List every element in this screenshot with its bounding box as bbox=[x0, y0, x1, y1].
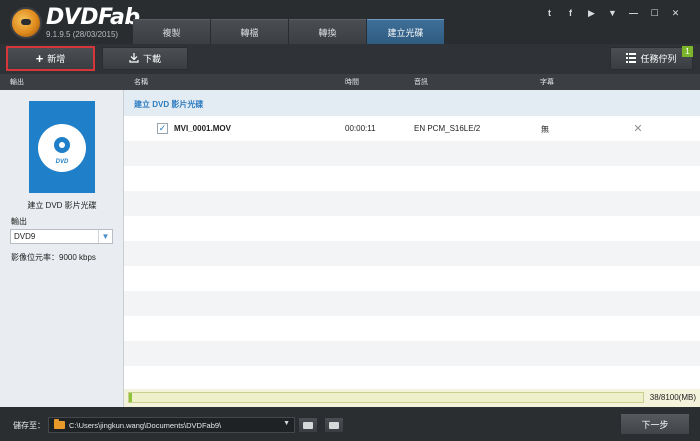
table-row bbox=[124, 141, 700, 166]
tab-copy[interactable]: 複製 bbox=[133, 19, 210, 44]
app-version: 9.1.9.5 (28/03/2015) bbox=[46, 30, 119, 39]
footer-bar: 儲存至： C:\Users\jingkun.wang\Documents\DVD… bbox=[0, 407, 700, 441]
save-to-label: 儲存至： bbox=[13, 421, 45, 430]
item-checkbox[interactable]: ✓ bbox=[157, 123, 168, 134]
video-bitrate: 影像位元率：9000 kbps bbox=[11, 253, 96, 262]
output-select-value: DVD9 bbox=[14, 232, 36, 241]
size-progress-bar bbox=[128, 392, 644, 403]
column-subtitle[interactable]: 字幕 bbox=[540, 77, 554, 87]
column-time[interactable]: 時間 bbox=[345, 77, 359, 87]
output-label: 輸出 bbox=[11, 217, 27, 226]
main-tabs: 複製 轉檔 轉換 建立光碟 bbox=[133, 19, 445, 44]
plus-icon: + bbox=[35, 51, 44, 66]
table-row bbox=[124, 241, 700, 266]
profile-title: 建立 DVD 影片光碟 bbox=[27, 201, 97, 210]
output-panel: DVD 建立 DVD 影片光碟 輸出 DVD9 ▼ 影像位元率：9000 kbp… bbox=[0, 90, 124, 407]
disc-folder-icon bbox=[329, 421, 339, 429]
close-icon[interactable]: ✕ bbox=[665, 7, 686, 19]
tab-converter[interactable]: 轉換 bbox=[289, 19, 366, 44]
window-controls: t f ▶ ▼ — ☐ ✕ bbox=[539, 7, 686, 19]
tab-ripper[interactable]: 轉檔 bbox=[211, 19, 288, 44]
chevron-down-icon[interactable]: ▼ bbox=[283, 420, 290, 427]
title-bar: DVDFab 9.1.9.5 (28/03/2015) 複製 轉檔 轉換 建立光… bbox=[0, 0, 700, 44]
dvd-profile-card[interactable]: DVD bbox=[29, 101, 95, 193]
twitter-icon[interactable]: t bbox=[539, 7, 560, 19]
download-button-label: 下載 bbox=[142, 54, 161, 64]
chevron-down-icon[interactable]: ▼ bbox=[98, 230, 112, 243]
table-row bbox=[124, 266, 700, 291]
table-row bbox=[124, 316, 700, 341]
output-select[interactable]: DVD9 ▼ bbox=[10, 229, 113, 244]
size-progress-text: 38/8100(MB) bbox=[649, 393, 696, 402]
list-item[interactable]: ✓ MVI_0001.MOV 00:00:11 EN PCM_S16LE/2 無… bbox=[124, 116, 700, 141]
add-button[interactable]: + 新增 bbox=[6, 46, 95, 71]
output-path-text: C:\Users\jingkun.wang\Documents\DVDFab9\ bbox=[69, 421, 222, 430]
table-row bbox=[124, 191, 700, 216]
dvdfab-logo-icon bbox=[10, 7, 42, 39]
item-audio[interactable]: EN PCM_S16LE/2 bbox=[414, 124, 480, 133]
list-icon bbox=[626, 52, 637, 65]
youtube-icon[interactable]: ▶ bbox=[581, 7, 602, 19]
toolbar: + 新增 下載 任務佇列 1 bbox=[0, 44, 700, 74]
item-subtitle[interactable]: 無 bbox=[541, 124, 549, 135]
open-folder-icon bbox=[303, 421, 313, 429]
tab-creator[interactable]: 建立光碟 bbox=[367, 19, 444, 44]
iso-folder-button[interactable] bbox=[324, 417, 344, 433]
table-row bbox=[124, 216, 700, 241]
folder-icon bbox=[54, 419, 65, 429]
table-row bbox=[124, 291, 700, 316]
table-row bbox=[124, 166, 700, 191]
menu-arrow-icon[interactable]: ▼ bbox=[602, 7, 623, 19]
column-header-bar: 輸出 名稱 時間 音訊 字幕 bbox=[0, 74, 700, 90]
next-button[interactable]: 下一步 bbox=[620, 413, 690, 435]
group-header[interactable]: 建立 DVD 影片光碟 bbox=[124, 90, 700, 116]
browse-folder-button[interactable] bbox=[298, 417, 318, 433]
download-icon bbox=[129, 52, 139, 65]
item-name: MVI_0001.MOV bbox=[174, 124, 231, 133]
remove-item-icon[interactable]: ✕ bbox=[632, 122, 644, 135]
dvd-disc-icon: DVD bbox=[38, 124, 86, 172]
size-progress-fill bbox=[129, 393, 132, 402]
dvd-disc-label: DVD bbox=[55, 159, 69, 165]
minimize-icon[interactable]: — bbox=[623, 7, 644, 19]
table-row bbox=[124, 366, 700, 391]
list-rows bbox=[124, 116, 700, 391]
facebook-icon[interactable]: f bbox=[560, 7, 581, 19]
source-list: 建立 DVD 影片光碟 ✓ MVI_0001.MOV 00:00:11 EN P… bbox=[124, 90, 700, 407]
task-queue-button[interactable]: 任務佇列 1 bbox=[610, 46, 693, 70]
column-name[interactable]: 名稱 bbox=[134, 77, 148, 87]
queue-count-badge: 1 bbox=[682, 46, 693, 57]
column-audio[interactable]: 音訊 bbox=[414, 77, 428, 87]
column-output: 輸出 bbox=[10, 79, 24, 86]
output-path-field[interactable]: C:\Users\jingkun.wang\Documents\DVDFab9\… bbox=[48, 417, 295, 433]
group-title: 建立 DVD 影片光碟 bbox=[134, 100, 204, 109]
table-row bbox=[124, 341, 700, 366]
app-brand: DVDFab bbox=[46, 5, 140, 30]
download-button[interactable]: 下載 bbox=[102, 47, 188, 70]
task-queue-label: 任務佇列 bbox=[640, 54, 677, 64]
item-time: 00:00:11 bbox=[345, 124, 376, 133]
maximize-icon[interactable]: ☐ bbox=[644, 7, 665, 19]
size-progress: 38/8100(MB) bbox=[124, 389, 700, 407]
add-button-label: 新增 bbox=[47, 54, 66, 64]
